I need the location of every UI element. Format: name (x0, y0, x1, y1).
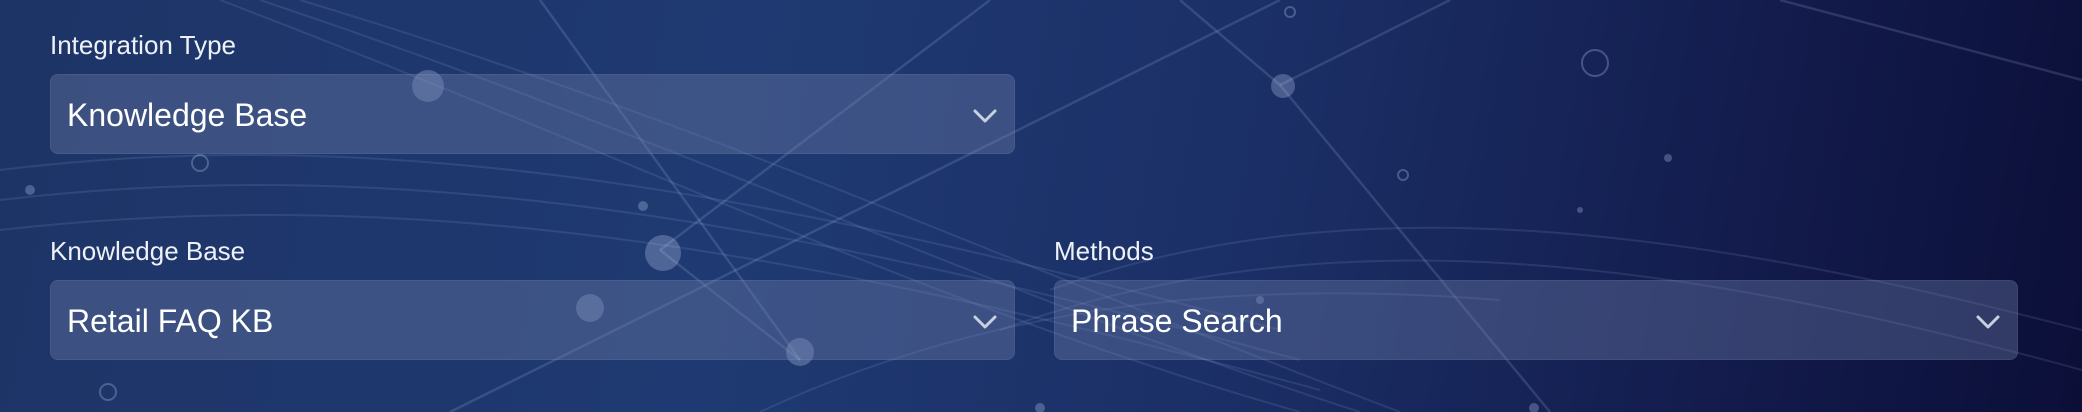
chevron-down-icon (973, 315, 997, 329)
integration-type-field: Integration Type Knowledge Base (50, 29, 1015, 159)
integration-type-select[interactable]: Knowledge Base (50, 74, 1015, 154)
methods-value: Phrase Search (1071, 303, 1283, 339)
methods-field: Methods Phrase Search (1054, 235, 2018, 365)
knowledge-base-value: Retail FAQ KB (67, 303, 274, 339)
chevron-down-icon (973, 109, 997, 123)
knowledge-base-label: Knowledge Base (50, 236, 246, 266)
integration-type-value: Knowledge Base (67, 97, 308, 133)
knowledge-base-field: Knowledge Base Retail FAQ KB (50, 235, 1015, 365)
methods-label: Methods (1054, 236, 1154, 266)
knowledge-base-select[interactable]: Retail FAQ KB (50, 280, 1015, 360)
chevron-down-icon (1976, 315, 2000, 329)
integration-type-label: Integration Type (50, 30, 236, 60)
methods-select[interactable]: Phrase Search (1054, 280, 2018, 360)
